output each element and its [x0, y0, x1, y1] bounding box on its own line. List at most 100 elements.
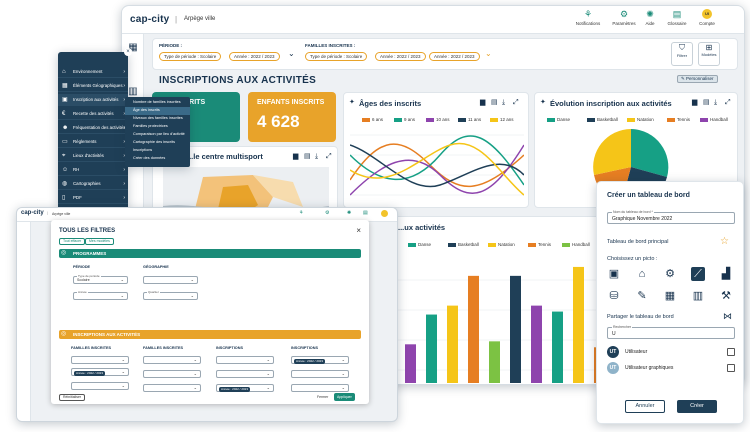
account-button[interactable]: UI Compte [695, 9, 719, 26]
year-select[interactable]: Année ⌄ [73, 290, 128, 300]
expand-icon[interactable]: ⤢ [513, 99, 520, 106]
nav-item-frequentation[interactable]: ☻Fréquentation des activités› [58, 122, 128, 134]
nav-item-reglements[interactable]: ▭Réglements› [58, 136, 128, 148]
edit-icon[interactable]: ✎ [635, 289, 649, 303]
user-row[interactable]: UT Utilisateur [607, 346, 735, 360]
user-checkbox[interactable] [727, 348, 735, 356]
table-icon[interactable]: ▤ [703, 99, 710, 106]
chart-type-icon[interactable]: ▆ [480, 99, 487, 106]
my-models-button[interactable]: Mes modèles [85, 238, 114, 245]
inscriptions2-2-select[interactable]: ⌄ [291, 370, 349, 378]
nav-item-inscriptions[interactable]: ▣Inscription aux activités› [58, 94, 128, 106]
home-icon[interactable]: ⌂ [635, 267, 649, 281]
factory-icon[interactable]: ⚒ [719, 289, 733, 303]
familles2-2-select[interactable]: ⌄ [143, 370, 201, 378]
quartier2-select[interactable]: Quartier ⌄ [143, 290, 198, 300]
expand-icon[interactable]: ⤢ [326, 153, 333, 160]
user-row[interactable]: UT Utilisateur graphiques [607, 362, 735, 376]
quartier-select[interactable]: ⌄ [143, 276, 198, 284]
families-year-chip[interactable]: Année : 2022 / 2023 [375, 52, 426, 61]
submenu-item[interactable]: Cartographie des inscrits [125, 139, 190, 147]
cancel-button[interactable]: Annuler [625, 400, 665, 413]
familles-3-select[interactable]: ⌄ [71, 382, 129, 390]
download-icon[interactable]: ⤓ [315, 153, 322, 160]
notifications-button[interactable]: ⚘ Notifications [573, 10, 603, 27]
profile-card-icon[interactable]: ▣ [607, 267, 621, 281]
help-button[interactable]: ✺ Aide [640, 10, 660, 27]
submenu-item[interactable]: Créer des données [125, 155, 190, 163]
submenu-item[interactable]: Nombre de familles inscrites [125, 99, 190, 107]
user-checkbox[interactable] [727, 364, 735, 372]
building-icon[interactable]: ▥ [691, 289, 705, 303]
chart-type-icon[interactable]: ▆ [692, 99, 699, 106]
nav-item-pdf[interactable]: ▯ PDF › [58, 192, 128, 204]
familles-year-select[interactable]: Année : 2022 / 2023 ⌄ [71, 368, 129, 376]
nav-item-recette[interactable]: €Recette des activités› [58, 108, 128, 120]
share-icon[interactable]: ⋈ [723, 311, 732, 322]
close-icon[interactable]: × [356, 226, 361, 235]
apply-button[interactable]: Appliquer [334, 393, 355, 401]
settings-button[interactable]: ⚙ Paramètres [609, 10, 639, 27]
settings-icon[interactable]: ⚙ [663, 267, 677, 281]
pin-icon[interactable]: ✦ [349, 98, 355, 106]
section-icon: ◎ [61, 331, 67, 337]
period-year-chip[interactable]: Année : 2022 / 2023 [229, 52, 280, 61]
user-avatar[interactable] [381, 210, 388, 217]
models-button[interactable]: ⊞ Modèles [698, 42, 720, 66]
nav-item-carto[interactable]: ◍ Cartographies › [58, 178, 128, 190]
nav-item-lieux[interactable]: ⌖Lieux d'activités› [58, 150, 128, 162]
inscriptions-year-select[interactable]: Année : 2022 / 2023 ⌄ [216, 384, 274, 392]
families-type-chip[interactable]: Type de période : Scolaire [305, 52, 368, 61]
dashboard-name-input[interactable]: Nom du tableau de bord * Graphique Novem… [607, 210, 735, 224]
familles-type-select[interactable]: ⌄ [71, 356, 129, 364]
inscriptions-2-select[interactable]: ⌄ [216, 370, 274, 378]
expand-icon[interactable]: ⤢ [725, 99, 732, 106]
submenu-item[interactable]: Niveaux des familles inscrites [125, 115, 190, 123]
download-icon[interactable]: ⤓ [714, 99, 721, 106]
inscriptions2-year-select[interactable]: Année : 2022 / 2023 ⌄ [291, 356, 349, 364]
chevron-down-icon[interactable]: ⌄ [485, 49, 492, 58]
familles2-type-select[interactable]: ⌄ [143, 356, 201, 364]
filters-modal: TOUS LES FILTRES × Tout effacer Mes modè… [51, 220, 369, 404]
star-icon[interactable]: ☆ [720, 236, 729, 247]
families-year2-chip[interactable]: Année : 2022 / 2023 [429, 52, 480, 61]
submenu-item[interactable]: Inscriptions [125, 147, 190, 155]
close-icon[interactable]: × [124, 48, 132, 56]
filter-button[interactable]: ⛉ Filtrer [671, 42, 693, 66]
download-icon[interactable]: ⤓ [502, 99, 509, 106]
pin-icon[interactable]: ✦ [540, 98, 546, 106]
nav-item-environnement[interactable]: ⌂ Environnement › [58, 66, 128, 78]
line-chart-icon[interactable]: ⟋ [691, 267, 705, 281]
nav-item-geo[interactable]: ▦ Éléments Géographiques › [58, 80, 128, 92]
gear-icon[interactable]: ⚙ [325, 210, 329, 216]
personalize-button[interactable]: ✎ Personnaliser [677, 75, 718, 83]
chart-type-icon[interactable]: ▆ [293, 153, 300, 160]
nav-item-rh[interactable]: ☺ RH › [58, 164, 128, 176]
submenu-item-selected[interactable]: Âge des inscrits [125, 107, 190, 115]
bell-icon[interactable]: ⚘ [299, 210, 303, 216]
period-type-chip[interactable]: Type de période : Scolaire [159, 52, 222, 61]
glossary-button[interactable]: ▤ Glossaire [665, 10, 689, 27]
clear-all-button[interactable]: Tout effacer [59, 238, 86, 245]
reset-button[interactable]: Réinitialiser [59, 394, 86, 401]
chevron-down-icon[interactable]: ⌄ [288, 49, 295, 58]
submenu-item[interactable]: Comparaison par lieu d'activité [125, 131, 190, 139]
bar-chart-icon[interactable]: ▟ [719, 267, 733, 281]
create-button[interactable]: Créer [677, 400, 717, 413]
submenu-item[interactable]: Familles protectrices [125, 123, 190, 131]
section-inscriptions[interactable]: INSCRIPTIONS AUX ACTIVITÉS [59, 330, 361, 339]
table-icon[interactable]: ▤ [491, 99, 498, 106]
coins-icon[interactable]: ⛁ [607, 289, 621, 303]
period-type-select[interactable]: Type de période Scolaire ⌄ [73, 274, 128, 284]
table-icon[interactable]: ▤ [304, 153, 311, 160]
familles2-3-select[interactable]: ⌄ [143, 384, 201, 392]
close-button[interactable]: Fermer [317, 395, 328, 399]
user-search-input[interactable]: Rechercher U [607, 325, 735, 339]
help-icon[interactable]: ✺ [347, 210, 351, 216]
section-programmes[interactable]: PROGRAMMES [59, 249, 361, 258]
document-icon[interactable]: ▤ [363, 210, 368, 216]
calendar-icon[interactable]: ▦ [663, 289, 677, 303]
app-logo[interactable]: cap-city [130, 14, 169, 25]
inscriptions2-3-select[interactable]: ⌄ [291, 384, 349, 392]
inscriptions-type-select[interactable]: ⌄ [216, 356, 274, 364]
